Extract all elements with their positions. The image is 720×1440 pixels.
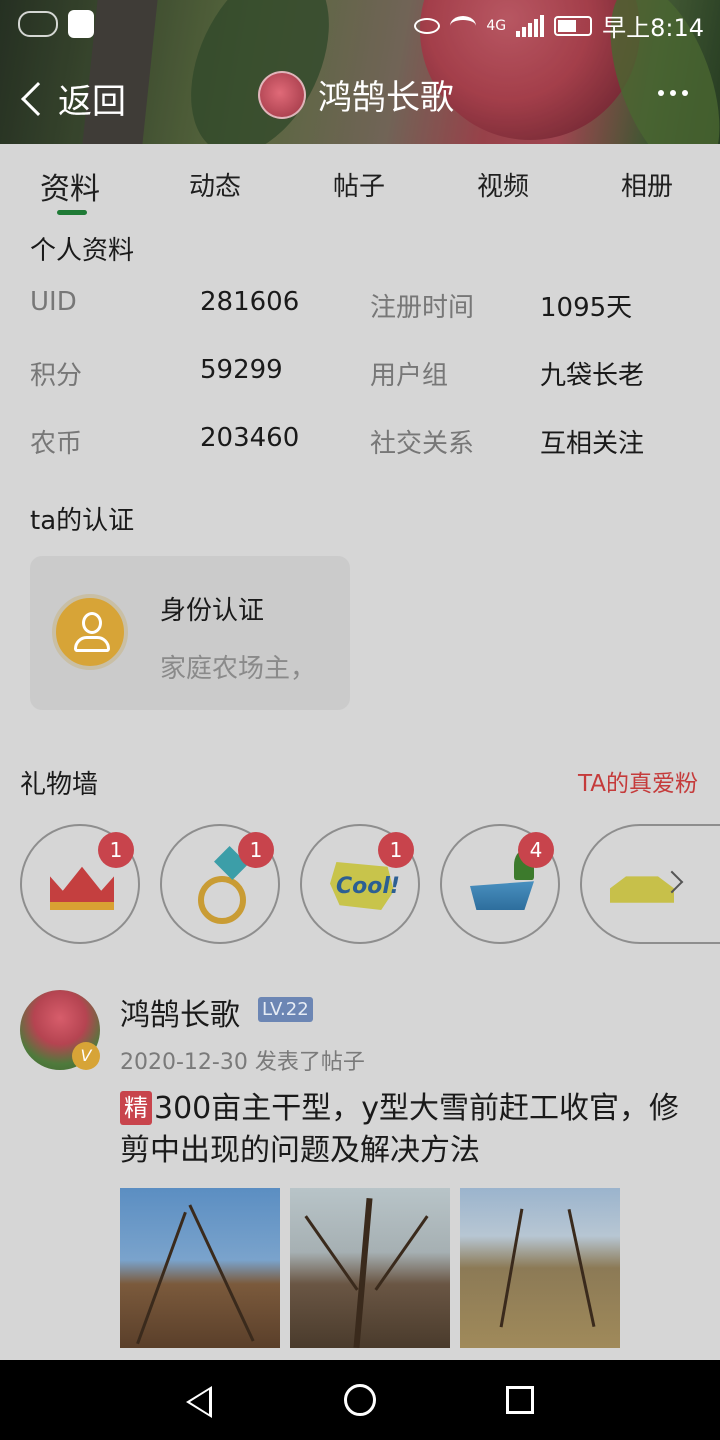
post-author-name[interactable]: 鸿鹄长歌 [120, 990, 240, 1034]
coins-value: 203460 [200, 423, 300, 453]
nav-home-icon[interactable] [344, 1384, 376, 1416]
crown-icon [50, 866, 114, 910]
eye-icon [414, 17, 441, 34]
clock: 早上8:14 [602, 14, 704, 42]
post-date: 2020-12-30 [120, 1050, 248, 1075]
gift-crown[interactable]: 1 [20, 824, 140, 944]
page-title: 鸿鹄长歌 [318, 78, 454, 118]
system-nav-bar [0, 1360, 720, 1440]
user-group-value: 九袋长老 [540, 361, 645, 391]
post-image[interactable] [290, 1188, 450, 1348]
cool-sticker-text: Cool! [336, 874, 400, 899]
gift-yacht[interactable]: 4 [440, 824, 560, 944]
chevron-left-icon [21, 81, 55, 116]
status-bar: 4G 早上8:14 [0, 0, 720, 48]
back-label: 返回 [58, 82, 126, 122]
social-relation-value[interactable]: 互相关注 [540, 423, 644, 460]
gift-count-badge: 1 [378, 832, 414, 868]
coins-label: 农币 [30, 429, 83, 459]
tab-videos[interactable]: 视频 [477, 166, 529, 203]
ring-icon [198, 876, 246, 924]
tab-bar: 资料 动态 帖子 视频 相册 [0, 144, 720, 224]
post-title[interactable]: 精 300亩主干型，y型大雪前赶工收官，修剪中出现的问题及解决方法 [120, 1088, 690, 1172]
top-nav: 返回 鸿鹄长歌 [0, 64, 720, 134]
dot-icon [658, 90, 664, 96]
more-button[interactable] [658, 90, 688, 96]
post-image[interactable] [120, 1188, 280, 1348]
verified-badge-icon: V [72, 1042, 100, 1070]
certification-title: 身份认证 [160, 596, 265, 626]
wifi-icon [450, 15, 477, 36]
dot-icon [670, 90, 676, 96]
tab-activity[interactable]: 动态 [189, 166, 241, 203]
gift-count-badge: 1 [238, 832, 274, 868]
active-tab-indicator [57, 210, 87, 215]
post-title-text: 300亩主干型，y型大雪前赶工收官，修剪中出现的问题及解决方法 [120, 1091, 680, 1168]
gift-count-badge: 4 [518, 832, 554, 868]
user-icon [52, 594, 128, 670]
points-value: 59299 [200, 355, 283, 385]
nav-back-icon[interactable] [186, 1386, 212, 1418]
register-time-label: 注册时间 [370, 293, 475, 323]
points-label: 积分 [30, 361, 83, 391]
nav-recents-icon[interactable] [506, 1386, 534, 1414]
signal-icon [516, 14, 545, 37]
battery-icon [554, 15, 593, 36]
tab-albums[interactable]: 相册 [621, 166, 673, 203]
profile-section-title: 个人资料 [30, 236, 135, 266]
qq-icon [68, 10, 94, 38]
certification-section-title: ta的认证 [30, 506, 135, 536]
profile-header: 4G 早上8:14 返回 鸿鹄长歌 [0, 0, 720, 144]
uid-value: 281606 [200, 287, 300, 317]
post-action: 发表了帖子 [254, 1050, 365, 1075]
certification-card[interactable]: 身份认证 家庭农场主， [30, 556, 350, 710]
certification-subtitle: 家庭农场主， [160, 654, 317, 684]
dot-icon [682, 90, 688, 96]
tab-posts[interactable]: 帖子 [333, 166, 385, 203]
social-relation-label: 社交关系 [370, 429, 475, 459]
gift-wall-title: 礼物墙 [20, 770, 99, 800]
featured-tag: 精 [120, 1091, 152, 1125]
register-time-value: 1095天 [540, 293, 633, 323]
title-group: 鸿鹄长歌 [258, 70, 454, 119]
gift-count-badge: 1 [98, 832, 134, 868]
uid-label: UID [30, 287, 77, 317]
gift-car[interactable] [580, 824, 720, 944]
level-badge: LV.22 [258, 997, 313, 1022]
top-fans-link[interactable]: TA的真爱粉 [578, 764, 698, 798]
back-button[interactable]: 返回 [18, 74, 126, 123]
user-group-label: 用户组 [370, 361, 449, 391]
network-type: 4G [486, 17, 507, 34]
gift-cool[interactable]: Cool! 1 [300, 824, 420, 944]
avatar [258, 70, 306, 119]
post-image[interactable] [460, 1188, 620, 1348]
gift-ring[interactable]: 1 [160, 824, 280, 944]
post-meta: 2020-12-30 发表了帖子 [120, 1044, 365, 1076]
notification-icon [18, 11, 58, 37]
tab-profile[interactable]: 资料 [40, 164, 100, 208]
